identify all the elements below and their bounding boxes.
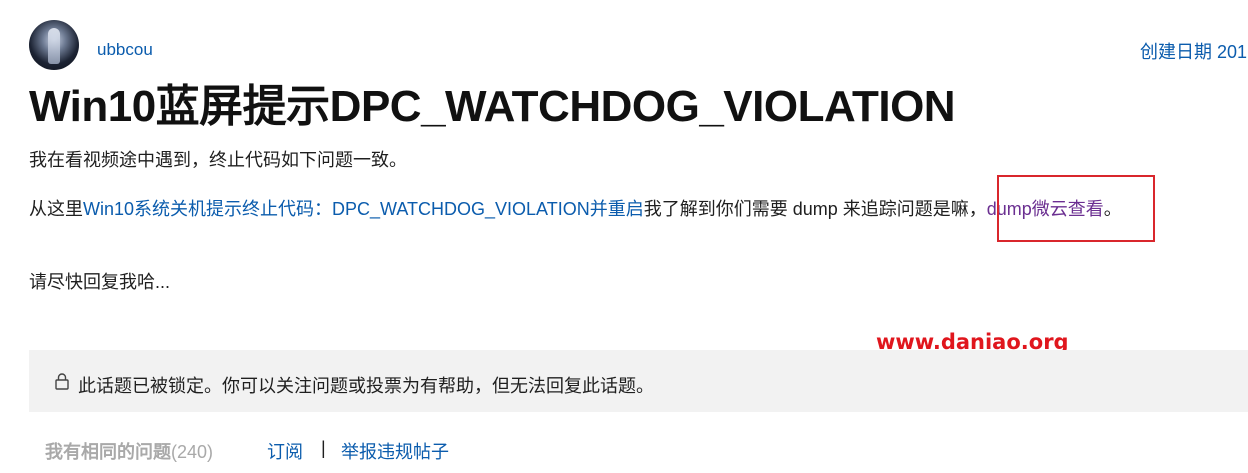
avatar-figure (48, 28, 60, 64)
locked-notice-bar: 此话题已被锁定。你可以关注问题或投票为有帮助，但无法回复此话题。 (29, 350, 1248, 412)
post-paragraph-1: 我在看视频途中遇到，终止代码如下问题一致。 (29, 150, 407, 170)
report-post-link[interactable]: 举报违规帖子 (341, 438, 449, 464)
locked-notice-text: 此话题已被锁定。你可以关注问题或投票为有帮助，但无法回复此话题。 (78, 376, 654, 396)
post-actions: 我有相同的问题(240) 订阅 | 举报违规帖子 (45, 438, 449, 464)
lock-icon (55, 373, 69, 390)
post-title: Win10蓝屏提示DPC_WATCHDOG_VIOLATION (29, 82, 956, 131)
same-question-button[interactable]: 我有相同的问题(240) (45, 442, 213, 462)
subscribe-link[interactable]: 订阅 (267, 438, 303, 464)
avatar[interactable] (29, 20, 79, 70)
post-paragraph-3: 请尽快回复我哈... (29, 272, 171, 292)
same-question-label: 我有相同的问题 (45, 442, 171, 462)
created-date-label: 创建日期 201 (1140, 42, 1248, 62)
post-paragraph-2: 从这里Win10系统关机提示终止代码：DPC_WATCHDOG_VIOLATIO… (29, 195, 1122, 221)
related-article-link[interactable]: Win10系统关机提示终止代码：DPC_WATCHDOG_VIOLATION并重… (83, 199, 644, 219)
paragraph-2-middle: 我了解到你们需要 dump 来追踪问题是嘛， (643, 199, 987, 219)
author-username-link[interactable]: ubbcou (97, 40, 153, 60)
action-divider: | (321, 438, 326, 458)
annotation-highlight-box (997, 175, 1155, 242)
forum-post-page: ubbcou 创建日期 201 Win10蓝屏提示DPC_WATCHDOG_VI… (0, 0, 1248, 473)
paragraph-2-prefix: 从这里 (29, 199, 83, 219)
same-question-count: (240) (171, 442, 214, 462)
